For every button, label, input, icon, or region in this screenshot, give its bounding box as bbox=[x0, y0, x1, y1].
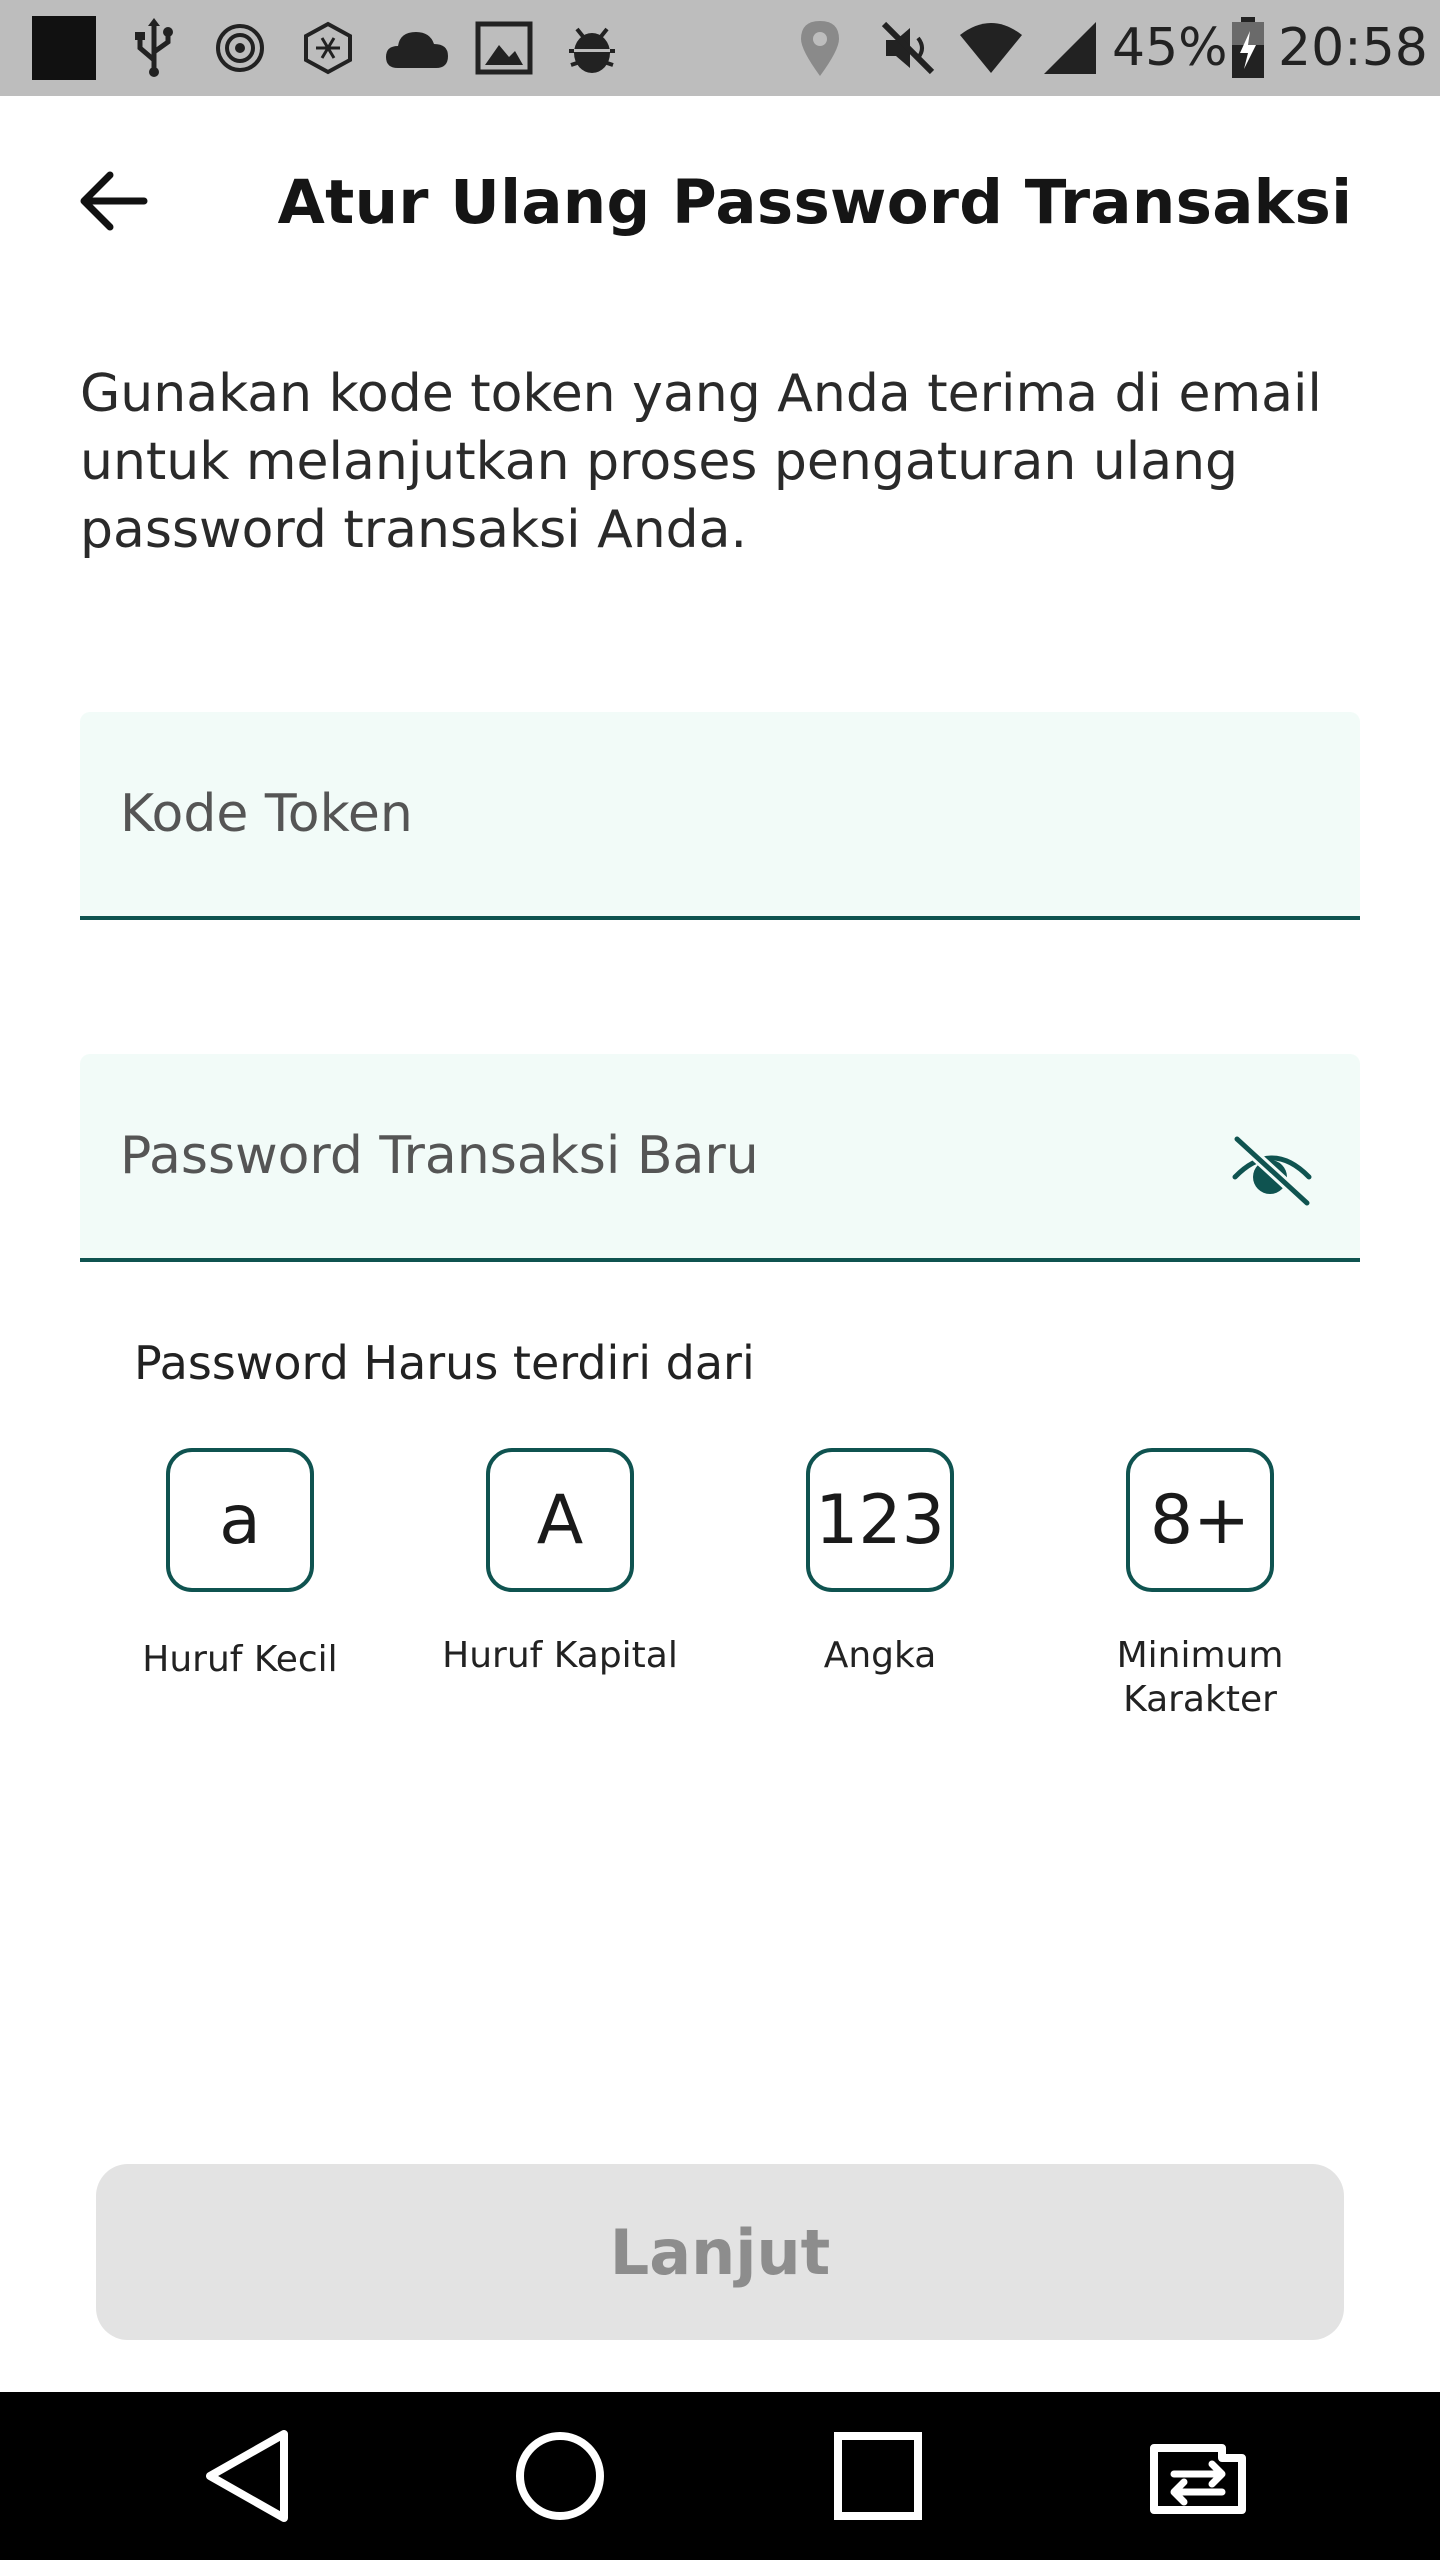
requirement-lowercase: a Huruf Kecil bbox=[120, 1448, 360, 1682]
requirement-number: 123 Angka bbox=[760, 1448, 1000, 1678]
requirement-label: Huruf Kecil bbox=[142, 1639, 338, 1680]
eye-off-icon bbox=[1231, 1133, 1313, 1209]
password-requirements-title: Password Harus terdiri dari bbox=[134, 1336, 755, 1390]
requirement-label: Minimum Karakter bbox=[1116, 1635, 1284, 1720]
requirement-symbol: A bbox=[486, 1448, 634, 1592]
nav-recents-button[interactable] bbox=[818, 2416, 938, 2536]
requirement-label: Angka bbox=[823, 1635, 937, 1676]
requirement-uppercase: A Huruf Kapital bbox=[440, 1448, 680, 1678]
arrow-left-icon bbox=[80, 171, 148, 231]
requirement-min-length: 8+ Minimum Karakter bbox=[1080, 1448, 1320, 1722]
new-password-input[interactable] bbox=[120, 1106, 1220, 1206]
mute-icon bbox=[876, 18, 940, 78]
app-notification-icon bbox=[28, 16, 100, 80]
wifi-icon bbox=[958, 18, 1024, 78]
nav-switch-button[interactable] bbox=[1134, 2416, 1254, 2536]
hexagon-app-icon bbox=[298, 18, 358, 78]
requirement-symbol: 123 bbox=[806, 1448, 954, 1592]
back-button[interactable] bbox=[58, 156, 168, 246]
settings-app-icon bbox=[210, 18, 270, 78]
page-title: Atur Ulang Password Transaksi bbox=[277, 166, 1353, 238]
toggle-password-visibility-button[interactable] bbox=[1222, 1126, 1322, 1216]
new-password-field[interactable] bbox=[80, 1054, 1360, 1262]
signal-icon bbox=[1040, 18, 1100, 78]
nav-home-button[interactable] bbox=[500, 2416, 620, 2536]
status-time: 20:58 bbox=[1278, 18, 1428, 78]
requirement-symbol: a bbox=[166, 1448, 314, 1592]
status-bar: 45% 20:58 bbox=[0, 0, 1440, 96]
continue-button[interactable]: Lanjut bbox=[96, 2164, 1344, 2340]
cloud-icon bbox=[382, 18, 452, 78]
app-bar: Atur Ulang Password Transaksi bbox=[0, 96, 1440, 316]
battery-charging-icon bbox=[1228, 17, 1268, 78]
usb-icon bbox=[126, 18, 182, 78]
nav-switch-icon bbox=[1150, 2444, 1246, 2514]
battery-percent: 45% bbox=[1112, 18, 1228, 78]
nav-back-button[interactable] bbox=[188, 2416, 308, 2536]
navigation-bar bbox=[0, 2392, 1440, 2560]
instruction-text: Gunakan kode token yang Anda terima di e… bbox=[80, 364, 1322, 560]
android-debug-icon bbox=[562, 18, 622, 78]
nav-recents-icon bbox=[834, 2432, 922, 2520]
token-input[interactable] bbox=[120, 764, 1220, 864]
requirement-label: Huruf Kapital bbox=[442, 1635, 678, 1676]
nav-back-icon bbox=[206, 2430, 288, 2522]
image-icon bbox=[474, 18, 534, 78]
location-icon bbox=[790, 18, 850, 78]
token-field[interactable] bbox=[80, 712, 1360, 920]
requirement-symbol: 8+ bbox=[1126, 1448, 1274, 1592]
nav-home-icon bbox=[516, 2432, 604, 2520]
